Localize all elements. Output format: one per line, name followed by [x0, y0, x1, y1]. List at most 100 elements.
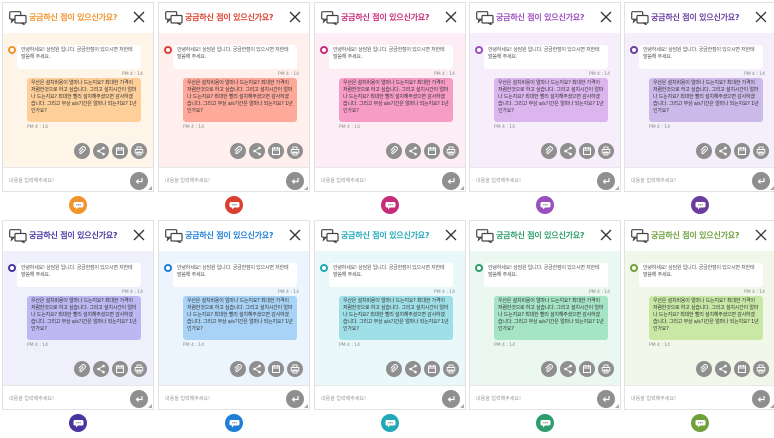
chat-launcher-button[interactable] [225, 414, 243, 432]
attach-button[interactable] [74, 143, 90, 159]
chat-message-area[interactable]: 안녕하세요! 상담원 입니다. 궁금한점이 있으시면 저한테 말씀해 주세요. … [315, 251, 465, 385]
attach-button[interactable] [230, 143, 246, 159]
share-button[interactable] [93, 361, 109, 377]
attach-button[interactable] [74, 361, 90, 377]
chat-launcher-button[interactable] [691, 196, 709, 214]
chat-launcher-button[interactable] [381, 196, 399, 214]
send-button[interactable] [597, 390, 615, 408]
message-input[interactable] [321, 391, 431, 407]
chat-message-area[interactable]: 안녕하세요! 상담원 입니다. 궁금한점이 있으시면 저한테 말씀해 주세요. … [3, 33, 153, 167]
resize-handle-icon[interactable] [615, 186, 619, 190]
send-button[interactable] [752, 172, 770, 190]
calendar-button[interactable] [268, 361, 284, 377]
send-button[interactable] [442, 390, 460, 408]
calendar-button[interactable] [734, 143, 750, 159]
print-button[interactable] [443, 361, 459, 377]
close-icon[interactable] [755, 229, 767, 241]
close-icon[interactable] [600, 229, 612, 241]
attach-button[interactable] [386, 361, 402, 377]
close-icon[interactable] [755, 11, 767, 23]
message-input[interactable] [165, 391, 275, 407]
message-input[interactable] [631, 391, 741, 407]
print-button[interactable] [598, 361, 614, 377]
message-input[interactable] [165, 173, 275, 189]
resize-handle-icon[interactable] [148, 404, 152, 408]
chat-launcher-button[interactable] [381, 414, 399, 432]
attach-button[interactable] [541, 143, 557, 159]
chat-message-area[interactable]: 안녕하세요! 상담원 입니다. 궁금한점이 있으시면 저한테 말씀해 주세요. … [159, 33, 309, 167]
calendar-button[interactable] [112, 143, 128, 159]
send-button[interactable] [286, 172, 304, 190]
close-icon[interactable] [133, 229, 145, 241]
chat-message-area[interactable]: 안녕하세요! 상담원 입니다. 궁금한점이 있으시면 저한테 말씀해 주세요. … [470, 251, 620, 385]
share-button[interactable] [93, 143, 109, 159]
close-icon[interactable] [289, 11, 301, 23]
calendar-button[interactable] [268, 143, 284, 159]
chat-launcher-button[interactable] [691, 414, 709, 432]
close-icon[interactable] [133, 11, 145, 23]
share-button[interactable] [405, 361, 421, 377]
resize-handle-icon[interactable] [304, 186, 308, 190]
calendar-button[interactable] [579, 143, 595, 159]
chat-message-area[interactable]: 안녕하세요! 상담원 입니다. 궁금한점이 있으시면 저한테 말씀해 주세요. … [625, 33, 774, 167]
chat-message-area[interactable]: 안녕하세요! 상담원 입니다. 궁금한점이 있으시면 저한테 말씀해 주세요. … [3, 251, 153, 385]
attach-button[interactable] [696, 361, 712, 377]
calendar-button[interactable] [579, 361, 595, 377]
send-button[interactable] [130, 390, 148, 408]
attach-button[interactable] [696, 143, 712, 159]
message-input[interactable] [9, 173, 119, 189]
share-button[interactable] [715, 143, 731, 159]
chat-message-area[interactable]: 안녕하세요! 상담원 입니다. 궁금한점이 있으시면 저한테 말씀해 주세요. … [470, 33, 620, 167]
message-input[interactable] [476, 391, 586, 407]
print-button[interactable] [287, 143, 303, 159]
print-button[interactable] [287, 361, 303, 377]
chat-launcher-button[interactable] [69, 414, 87, 432]
close-icon[interactable] [600, 11, 612, 23]
chat-message-area[interactable]: 안녕하세요! 상담원 입니다. 궁금한점이 있으시면 저한테 말씀해 주세요. … [315, 33, 465, 167]
resize-handle-icon[interactable] [304, 404, 308, 408]
chat-message-area[interactable]: 안녕하세요! 상담원 입니다. 궁금한점이 있으시면 저한테 말씀해 주세요. … [159, 251, 309, 385]
calendar-button[interactable] [424, 143, 440, 159]
close-icon[interactable] [445, 11, 457, 23]
send-button[interactable] [286, 390, 304, 408]
resize-handle-icon[interactable] [770, 186, 774, 190]
print-button[interactable] [753, 361, 769, 377]
print-button[interactable] [131, 143, 147, 159]
print-button[interactable] [753, 143, 769, 159]
send-button[interactable] [442, 172, 460, 190]
chat-launcher-button[interactable] [69, 196, 87, 214]
chat-launcher-button[interactable] [536, 414, 554, 432]
send-button[interactable] [597, 172, 615, 190]
calendar-button[interactable] [424, 361, 440, 377]
chat-launcher-button[interactable] [225, 196, 243, 214]
message-input[interactable] [321, 173, 431, 189]
resize-handle-icon[interactable] [460, 186, 464, 190]
calendar-button[interactable] [734, 361, 750, 377]
resize-handle-icon[interactable] [148, 186, 152, 190]
attach-button[interactable] [541, 361, 557, 377]
share-button[interactable] [715, 361, 731, 377]
resize-handle-icon[interactable] [460, 404, 464, 408]
share-button[interactable] [560, 143, 576, 159]
share-button[interactable] [249, 143, 265, 159]
resize-handle-icon[interactable] [770, 404, 774, 408]
chat-message-area[interactable]: 안녕하세요! 상담원 입니다. 궁금한점이 있으시면 저한테 말씀해 주세요. … [625, 251, 774, 385]
share-button[interactable] [405, 143, 421, 159]
print-button[interactable] [598, 143, 614, 159]
message-input[interactable] [9, 391, 119, 407]
attach-button[interactable] [230, 361, 246, 377]
message-input[interactable] [476, 173, 586, 189]
print-button[interactable] [443, 143, 459, 159]
chat-launcher-button[interactable] [536, 196, 554, 214]
send-button[interactable] [130, 172, 148, 190]
resize-handle-icon[interactable] [615, 404, 619, 408]
message-input[interactable] [631, 173, 741, 189]
attach-button[interactable] [386, 143, 402, 159]
share-button[interactable] [249, 361, 265, 377]
print-button[interactable] [131, 361, 147, 377]
close-icon[interactable] [445, 229, 457, 241]
close-icon[interactable] [289, 229, 301, 241]
share-button[interactable] [560, 361, 576, 377]
calendar-button[interactable] [112, 361, 128, 377]
send-button[interactable] [752, 390, 770, 408]
